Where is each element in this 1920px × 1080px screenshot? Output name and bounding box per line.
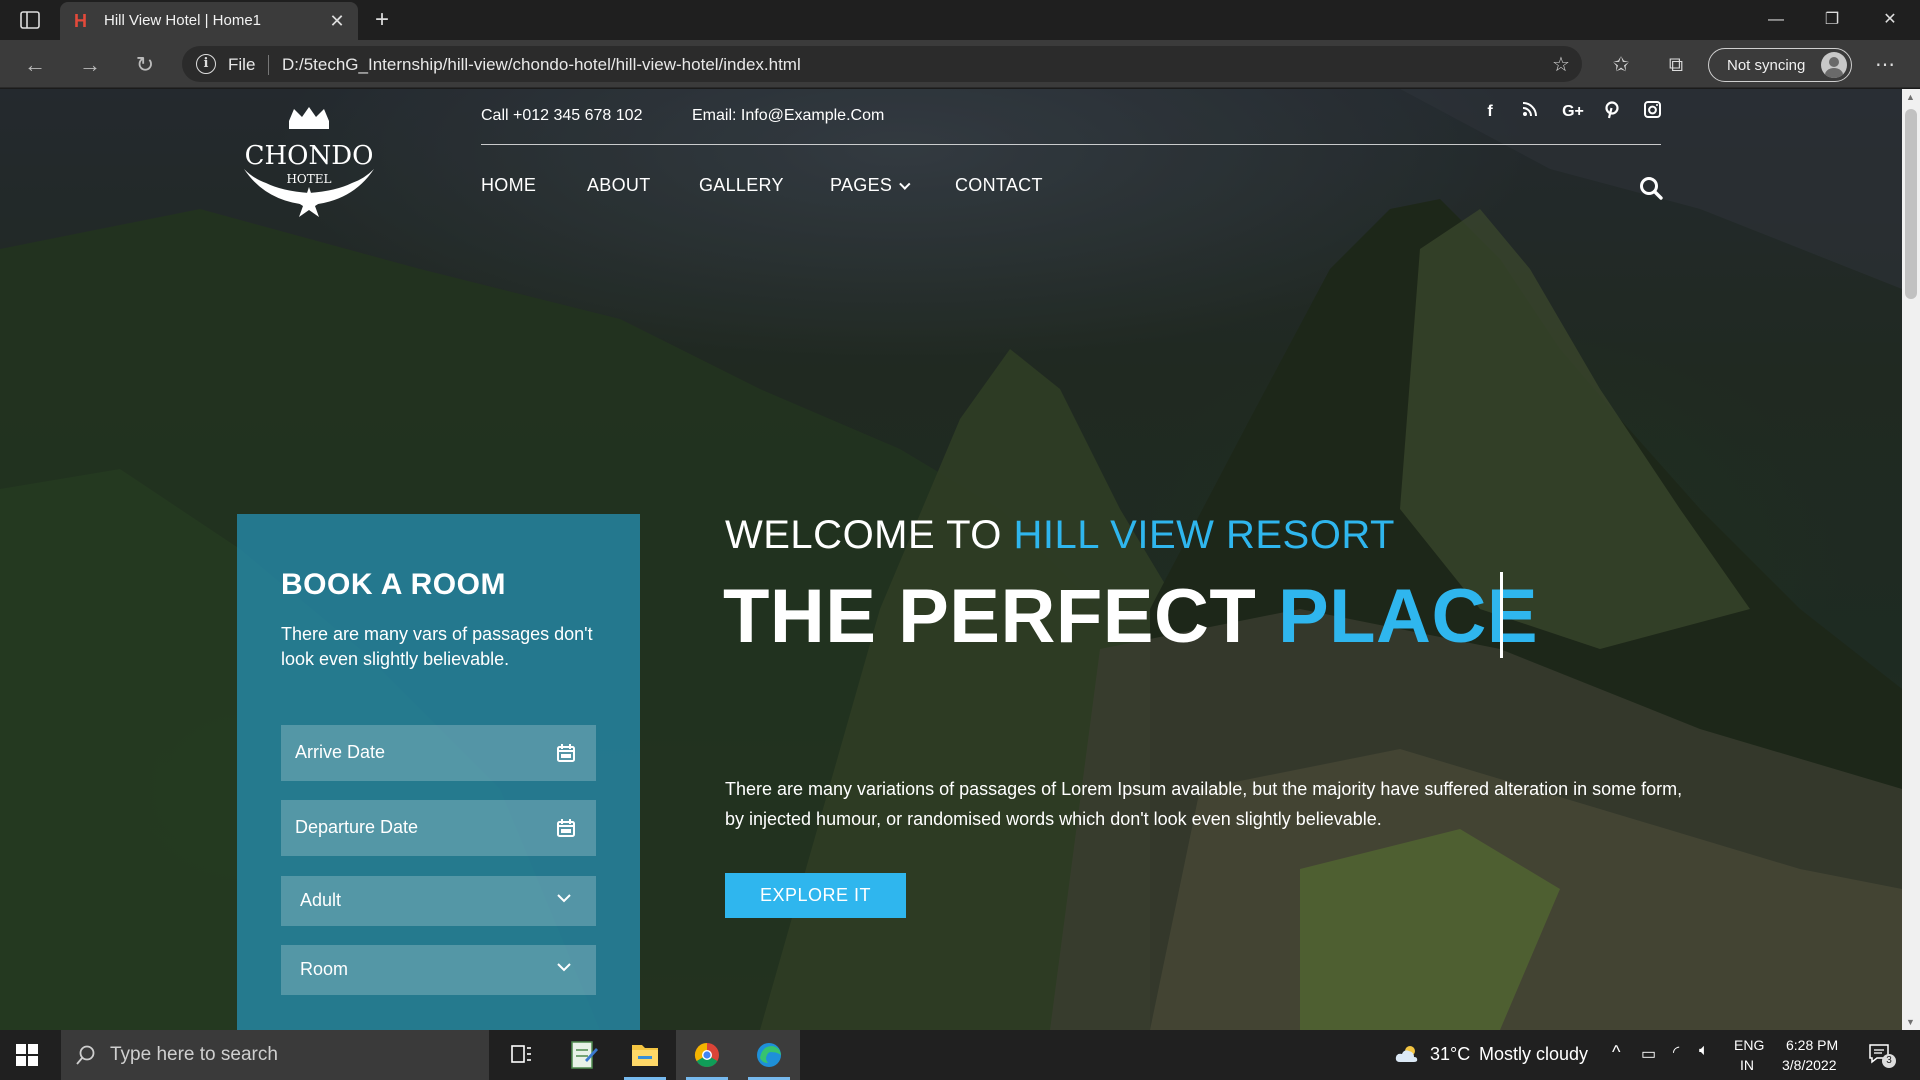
edge-app-icon[interactable]	[738, 1030, 800, 1080]
address-separator	[268, 55, 269, 75]
typing-caret	[1500, 572, 1503, 658]
arrive-date-placeholder: Arrive Date	[295, 742, 386, 762]
url-text[interactable]: D:/5techG_Internship/hill-view/chondo-ho…	[282, 55, 801, 75]
profile-sync-button[interactable]: Not syncing	[1708, 48, 1852, 82]
logo-text-chondo: CHONDO	[245, 141, 374, 171]
room-select-value: Room	[300, 959, 349, 979]
scroll-up-icon[interactable]: ▲	[1906, 92, 1915, 102]
tab-actions-icon[interactable]	[18, 10, 42, 30]
hero-headline-highlight: PLACE	[1277, 574, 1539, 659]
favorites-icon[interactable]: ✩	[1608, 52, 1634, 78]
nav-pages[interactable]: PAGES	[830, 175, 911, 196]
browser-tab-bar: H Hill View Hotel | Home1 ✕ + — ❐ ✕	[0, 0, 1920, 40]
departure-date-placeholder: Departure Date	[295, 817, 419, 837]
profile-avatar-icon	[1821, 52, 1847, 78]
google-plus-icon[interactable]: G+	[1558, 101, 1588, 123]
header-email[interactable]: Email: Info@Example.Com	[692, 107, 884, 125]
language-region[interactable]: IN	[1740, 1057, 1754, 1073]
volume-icon[interactable]: 🔈︎	[1699, 1042, 1709, 1060]
more-options-icon[interactable]: ⋯	[1872, 52, 1898, 78]
nav-home[interactable]: HOME	[481, 175, 536, 196]
task-view-icon[interactable]	[490, 1030, 552, 1080]
hero-welcome-highlight: HILL VIEW RESORT	[1013, 513, 1395, 557]
battery-icon[interactable]: ▭	[1641, 1044, 1656, 1064]
nav-gallery[interactable]: GALLERY	[699, 175, 784, 196]
minimize-icon[interactable]: —	[1748, 0, 1804, 40]
browser-tab-active[interactable]: H Hill View Hotel | Home1 ✕	[60, 2, 358, 40]
add-favorite-icon[interactable]: ☆	[1548, 52, 1574, 78]
wifi-icon[interactable]: ◜	[1673, 1042, 1679, 1062]
file-explorer-icon[interactable]	[614, 1030, 676, 1080]
site-favicon-icon: H	[74, 11, 87, 31]
hero-headline: THE PERFECT PLACE	[723, 573, 1538, 660]
address-bar[interactable]: i File D:/5techG_Internship/hill-view/ch…	[182, 46, 1582, 82]
tab-title: Hill View Hotel | Home1	[104, 12, 262, 29]
windows-taskbar: Type here to search 31°C Mostly cloudy ^…	[0, 1030, 1920, 1080]
browser-toolbar: ← → ↻ i File D:/5techG_Internship/hill-v…	[0, 40, 1920, 88]
taskbar-search-placeholder: Type here to search	[110, 1044, 278, 1065]
sync-label: Not syncing	[1727, 57, 1806, 74]
back-icon[interactable]: ←	[20, 50, 50, 80]
arrive-date-field[interactable]: Arrive Date	[281, 725, 596, 781]
nav-contact[interactable]: CONTACT	[955, 175, 1043, 196]
weather-icon[interactable]	[1394, 1044, 1420, 1069]
site-info-icon[interactable]: i	[196, 54, 216, 74]
collections-icon[interactable]: ⧉	[1663, 52, 1689, 78]
explore-button[interactable]: EXPLORE IT	[725, 873, 906, 918]
restore-icon[interactable]: ❐	[1804, 0, 1860, 40]
page-scrollbar[interactable]: ▲ ▼	[1902, 89, 1920, 1030]
refresh-icon[interactable]: ↻	[130, 50, 160, 80]
site-logo[interactable]: CHONDO HOTEL	[236, 107, 382, 217]
clock-date[interactable]: 3/8/2022	[1782, 1057, 1837, 1073]
chevron-down-icon	[556, 890, 576, 910]
forward-icon[interactable]: →	[75, 50, 105, 80]
hero-description: There are many variations of passages of…	[725, 779, 1683, 829]
taskbar-search-box[interactable]: Type here to search	[61, 1030, 489, 1080]
notepad-app-icon[interactable]	[552, 1030, 614, 1080]
nav-about[interactable]: ABOUT	[587, 175, 651, 196]
calendar-icon[interactable]	[556, 818, 576, 838]
pinterest-icon[interactable]	[1600, 101, 1624, 123]
chevron-down-icon	[556, 959, 576, 979]
language-code[interactable]: ENG	[1734, 1037, 1764, 1053]
header-divider	[481, 144, 1661, 145]
chrome-app-icon[interactable]	[676, 1030, 738, 1080]
notification-count: 3	[1882, 1054, 1896, 1068]
rss-icon[interactable]	[1518, 101, 1542, 123]
scroll-down-icon[interactable]: ▼	[1906, 1017, 1915, 1027]
booking-panel: BOOK A ROOM There are many vars of passa…	[237, 514, 640, 1030]
hero-headline-prefix: THE PERFECT	[723, 574, 1257, 659]
nav-pages-label: PAGES	[830, 175, 893, 195]
search-icon[interactable]	[1638, 175, 1664, 201]
adult-select-value: Adult	[300, 890, 342, 910]
url-scheme: File	[228, 55, 256, 74]
show-hidden-icons-icon[interactable]: ^	[1612, 1042, 1620, 1063]
calendar-icon[interactable]	[556, 743, 576, 763]
instagram-icon[interactable]	[1640, 101, 1664, 123]
departure-date-field[interactable]: Departure Date	[281, 800, 596, 856]
booking-title: BOOK A ROOM	[281, 568, 506, 601]
tab-close-icon[interactable]: ✕	[326, 10, 348, 32]
page-viewport: CHONDO HOTEL Call +012 345 678 102 Email…	[0, 89, 1902, 1030]
facebook-icon[interactable]: f	[1478, 101, 1502, 123]
hero-welcome-prefix: WELCOME TO	[725, 513, 1002, 557]
hero-welcome: WELCOME TO HILL VIEW RESORT	[725, 513, 1395, 558]
booking-subtitle: There are many vars of passages don't lo…	[281, 624, 593, 669]
windows-start-icon[interactable]	[16, 1044, 38, 1066]
room-select[interactable]: Room	[281, 945, 596, 995]
weather-text[interactable]: Mostly cloudy	[1479, 1044, 1588, 1065]
notifications-icon[interactable]: 3	[1868, 1042, 1896, 1068]
new-tab-icon[interactable]: +	[368, 6, 396, 34]
logo-text-hotel: HOTEL	[286, 172, 331, 186]
scrollbar-thumb[interactable]	[1905, 109, 1917, 299]
clock-time[interactable]: 6:28 PM	[1786, 1037, 1838, 1053]
window-close-icon[interactable]: ✕	[1862, 0, 1918, 40]
weather-temp[interactable]: 31°C	[1430, 1044, 1470, 1065]
adult-select[interactable]: Adult	[281, 876, 596, 926]
search-icon	[75, 1044, 97, 1066]
header-phone[interactable]: Call +012 345 678 102	[481, 107, 642, 125]
